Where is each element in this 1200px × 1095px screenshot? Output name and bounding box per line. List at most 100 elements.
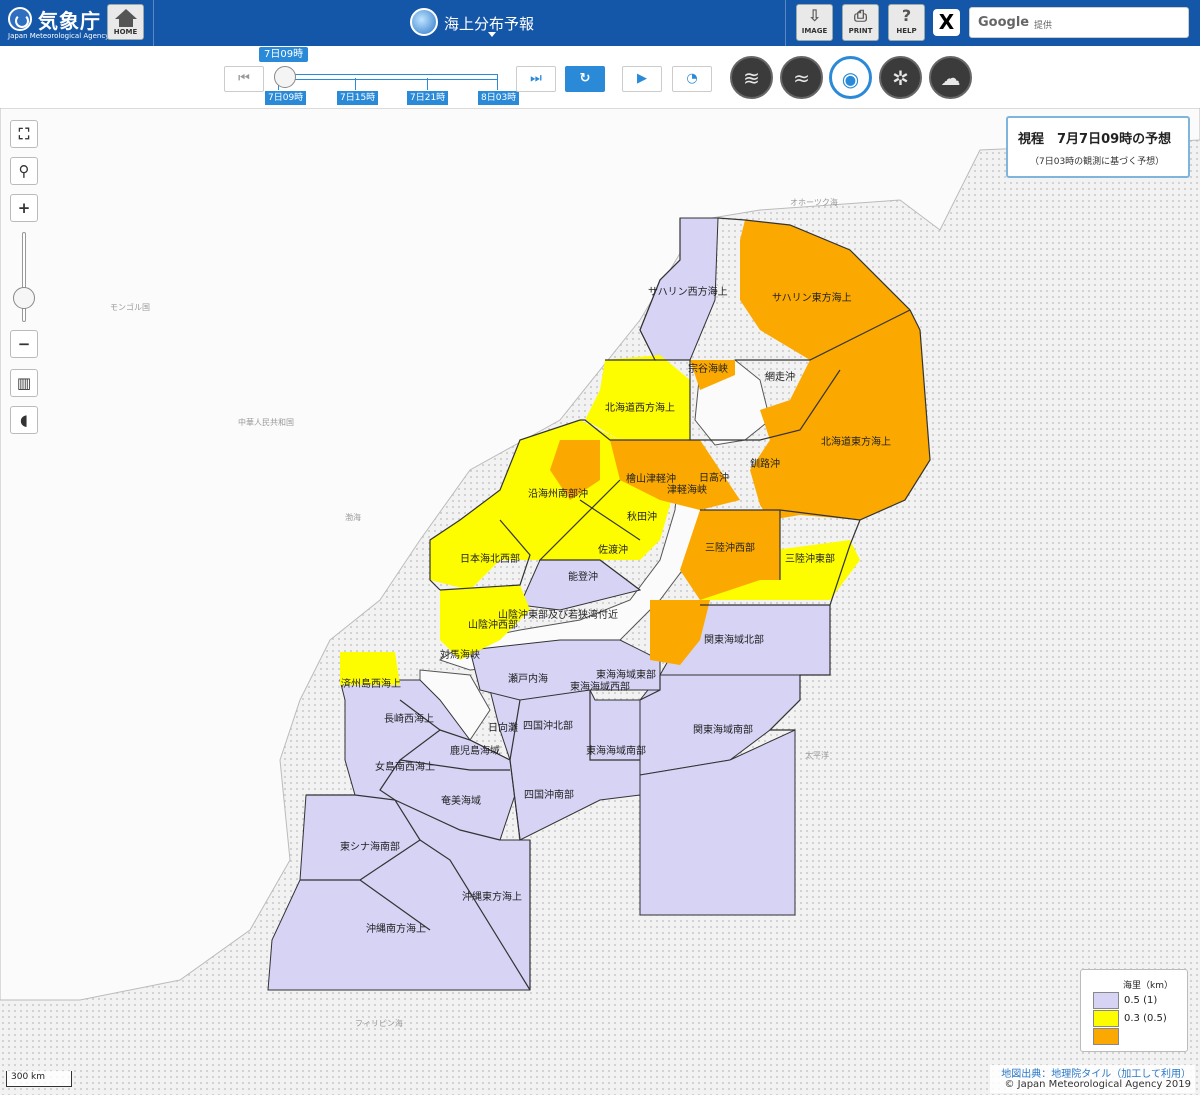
eye-icon: ◉ <box>841 67 860 91</box>
help-button[interactable]: ? HELP <box>888 4 925 41</box>
snowflake-icon: ✲ <box>892 66 909 90</box>
legend: 海里（km） 0.5 (1) 0.3 (0.5) <box>1080 969 1188 1052</box>
forecast-info-box: 視程 7月7日09時の予想 （7日03時の観測に基づく予想） <box>1006 116 1190 178</box>
bg-label-mongolia: モンゴル国 <box>110 302 150 312</box>
refresh-icon: ↻ <box>579 71 591 86</box>
top-header: 気象庁 Japan Meteorological Agency HOME 海上分… <box>0 0 1200 46</box>
fullscreen-button[interactable]: ⛶ <box>10 120 38 148</box>
print-button[interactable]: ⎙ PRINT <box>842 4 879 41</box>
last-frame-button[interactable]: ⏭ <box>516 66 556 92</box>
refresh-button[interactable]: ↻ <box>565 66 605 92</box>
icing-element-button[interactable]: ✲ <box>879 56 922 99</box>
google-brand: Google <box>978 15 1030 30</box>
bg-label-bohai: 渤海 <box>345 512 361 522</box>
location-pin-icon: ⚲ <box>18 162 30 180</box>
sea-area-label: 瀬戸内海 <box>508 672 548 685</box>
time-control-bar: ⏮ 7日09時 7日09時 7日15時 7日21時 8日03時 ⏭ ↻ ▶ ◔ … <box>0 46 1200 108</box>
search-input[interactable]: Google 提供 <box>969 7 1189 38</box>
jma-logo-icon <box>8 7 32 31</box>
map-view[interactable]: オホーツク海 中華人民共和国 太平洋 フィリピン海 渤海 モンゴル国 サハリン西… <box>0 108 1200 1095</box>
skip-back-icon: ⏮ <box>238 71 250 86</box>
bg-label-china: 中華人民共和国 <box>238 417 294 427</box>
sea-area-label: 檜山津軽沖 <box>626 472 676 485</box>
x-share-button[interactable]: X <box>933 9 960 36</box>
sea-area-label: 東海海域西部 <box>570 680 630 693</box>
time-slider-track[interactable] <box>278 74 498 80</box>
sea-area-label: 山陰沖西部 <box>468 618 518 631</box>
home-icon <box>114 9 137 19</box>
sea-area-label: 東海海域東部 <box>596 668 656 681</box>
visibility-element-button[interactable]: ◉ <box>829 56 872 99</box>
sea-area-label: 四国沖南部 <box>524 788 574 801</box>
sea-area-label: 秋田沖 <box>627 510 657 523</box>
legend-label: 0.5 (1) <box>1124 995 1158 1006</box>
sea-area-label: 女島南西海上 <box>375 760 435 773</box>
chevron-down-icon <box>488 32 496 37</box>
scale-bar: 300 km <box>6 1071 72 1087</box>
jma-logo[interactable]: 気象庁 Japan Meteorological Agency <box>6 4 109 42</box>
sea-area-label: 北海道東方海上 <box>821 435 891 448</box>
sea-area-label: 能登沖 <box>568 570 598 583</box>
sea-area-label: 沿海州南部沖 <box>528 487 588 500</box>
wind-element-button[interactable]: ≋ <box>730 56 773 99</box>
map-source-link[interactable]: 地図出典：地理院タイル（加工して利用） <box>1001 1065 1191 1080</box>
tick-label[interactable]: 7日21時 <box>407 91 449 105</box>
logo-subtitle: Japan Meteorological Agency <box>8 32 110 40</box>
wave-icon: ≈ <box>793 66 810 90</box>
legend-swatch-orange <box>1093 1028 1119 1045</box>
question-icon: ? <box>901 6 912 25</box>
map-attribution: 地図出典：地理院タイル（加工して利用） © Japan Meteorologic… <box>990 1065 1195 1093</box>
sea-area-label: 奄美海域 <box>441 794 481 807</box>
image-button[interactable]: ⇩ IMAGE <box>796 4 833 41</box>
sea-area-label: 関東海域南部 <box>693 723 753 736</box>
download-icon: ⇩ <box>807 6 822 25</box>
opacity-button[interactable]: ◖ <box>10 406 38 434</box>
sea-area-label: 北海道西方海上 <box>605 401 675 414</box>
shikoku-south-area <box>489 689 641 841</box>
forecast-subtitle: （7日03時の観測に基づく予想） <box>1030 157 1165 167</box>
sea-area-label: 三陸沖西部 <box>705 541 755 554</box>
zoom-in-button[interactable]: + <box>10 194 38 222</box>
zoom-slider-handle[interactable] <box>13 287 35 309</box>
tick-label[interactable]: 8日03時 <box>478 91 520 105</box>
sea-area-label: 日高沖 <box>699 471 729 484</box>
zoom-out-button[interactable]: − <box>10 330 38 358</box>
home-label: HOME <box>113 28 138 36</box>
location-button[interactable]: ⚲ <box>10 157 38 185</box>
sea-area-label: サハリン西方海上 <box>648 285 728 298</box>
sea-area-label: 釧路沖 <box>750 457 780 470</box>
sea-area-label: 沖縄南方海上 <box>366 922 426 935</box>
legend-label: 0.3 (0.5) <box>1124 1013 1167 1024</box>
tick-label[interactable]: 7日09時 <box>265 91 307 105</box>
product-title: 海上分布予報 <box>444 15 535 33</box>
legend-title: 海里（km） <box>1123 981 1173 991</box>
droplet-icon: ◖ <box>20 411 28 429</box>
map-layer-button[interactable]: ▥ <box>10 369 38 397</box>
tick-label[interactable]: 7日15時 <box>337 91 379 105</box>
time-tick <box>427 78 428 90</box>
wind-icon: ≋ <box>743 66 760 90</box>
sea-area-label: 網走沖 <box>765 370 795 383</box>
japan-map-icon <box>410 8 438 36</box>
cloud-sun-icon: ☁ <box>940 66 961 90</box>
sea-area-label: 津軽海峡 <box>667 483 707 496</box>
fullscreen-icon: ⛶ <box>18 125 30 143</box>
scale-label: 300 km <box>11 1072 46 1082</box>
sea-area-label: 東シナ海南部 <box>340 840 400 853</box>
header-divider <box>153 0 154 46</box>
home-button[interactable]: HOME <box>107 4 144 40</box>
play-icon: ▶ <box>637 71 647 86</box>
play-button[interactable]: ▶ <box>622 66 662 92</box>
home-icon-body <box>118 19 133 27</box>
forecast-title: 視程 7月7日09時の予想 <box>1018 132 1172 147</box>
first-frame-button[interactable]: ⏮ <box>224 66 264 92</box>
header-divider <box>785 0 786 46</box>
map-icon: ▥ <box>16 374 32 392</box>
weather-element-button[interactable]: ☁ <box>929 56 972 99</box>
sea-area-label: 日本海北西部 <box>460 552 520 565</box>
printer-icon: ⎙ <box>854 6 867 25</box>
map-canvas[interactable]: オホーツク海 中華人民共和国 太平洋 フィリピン海 渤海 モンゴル国 サハリン西… <box>0 108 1200 1095</box>
time-slider-handle[interactable] <box>274 66 296 88</box>
wave-element-button[interactable]: ≈ <box>780 56 823 99</box>
speed-button[interactable]: ◔ <box>672 66 712 92</box>
